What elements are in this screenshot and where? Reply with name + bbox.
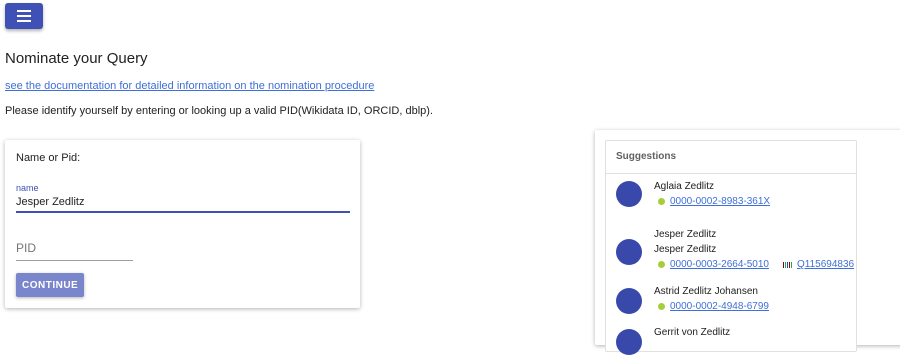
suggestion-name: Astrid Zedlitz Johansen	[654, 286, 758, 297]
wikidata-icon	[782, 261, 792, 268]
documentation-link[interactable]: see the documentation for detailed infor…	[5, 80, 374, 92]
avatar	[616, 181, 642, 207]
page-title: Nominate your Query	[5, 50, 148, 67]
id-row: 0000-0002-8983-361X	[658, 196, 770, 207]
suggestion-name: Jesper Zedlitz	[654, 244, 717, 255]
pid-input[interactable]	[16, 236, 133, 261]
avatar	[616, 239, 642, 265]
avatar	[616, 329, 642, 355]
name-or-pid-label: Name or Pid:	[16, 152, 81, 164]
name-input[interactable]	[16, 193, 350, 213]
intro-text: Please identify yourself by entering or …	[5, 105, 433, 117]
orcid-link[interactable]: 0000-0002-8983-361X	[670, 196, 770, 207]
suggestion-name: Gerrit von Zedlitz	[654, 327, 731, 338]
menu-icon	[17, 10, 31, 22]
menu-button[interactable]	[5, 3, 43, 29]
suggestion-name: Jesper Zedlitz	[654, 229, 717, 240]
suggestions-panel: Suggestions Aglaia Zedlitz 0000-0002-898…	[595, 130, 900, 355]
orcid-icon	[658, 198, 665, 205]
orcid-icon	[658, 303, 665, 310]
name-field-label: name	[16, 183, 39, 193]
wikidata-link[interactable]: Q115694836	[797, 259, 854, 270]
id-row: 0000-0003-2664-5010 Q115694836	[658, 259, 854, 270]
nomination-form-card: Name or Pid: name CONTINUE	[5, 140, 360, 308]
id-row: 0000-0002-4948-6799	[658, 301, 769, 312]
suggestion-name: Aglaia Zedlitz	[654, 181, 715, 192]
suggestions-card: Suggestions Aglaia Zedlitz 0000-0002-898…	[605, 140, 857, 355]
avatar	[616, 288, 642, 314]
continue-button[interactable]: CONTINUE	[16, 273, 84, 297]
orcid-link[interactable]: 0000-0002-4948-6799	[670, 301, 769, 312]
orcid-icon	[658, 261, 665, 268]
orcid-link[interactable]: 0000-0003-2664-5010	[670, 259, 769, 270]
suggestions-title: Suggestions	[606, 141, 856, 174]
